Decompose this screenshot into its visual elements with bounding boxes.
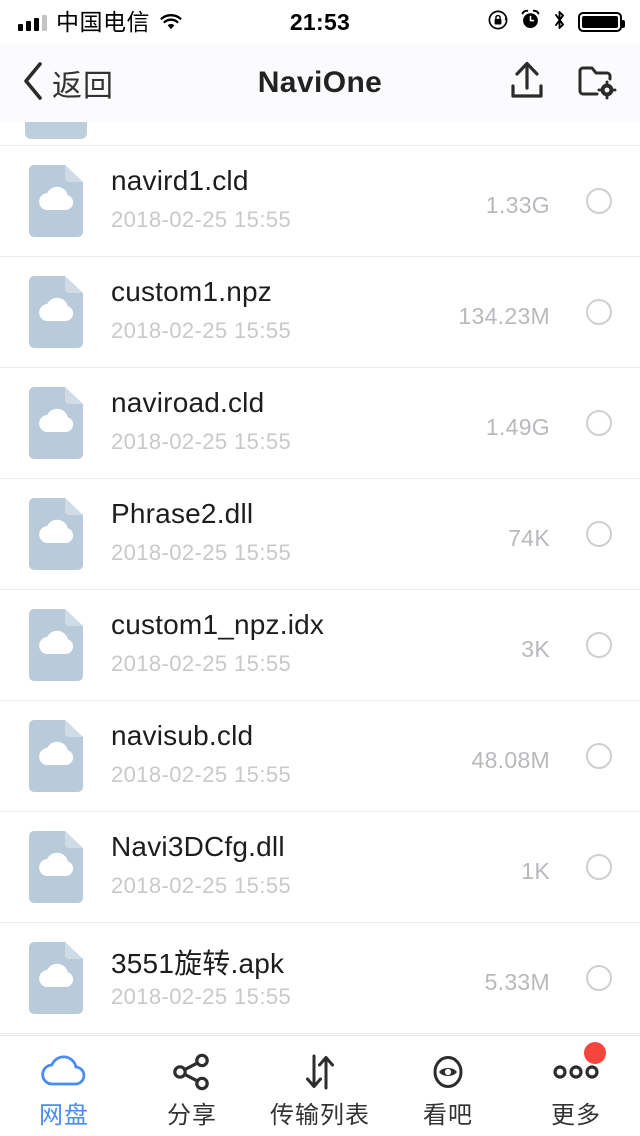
cloud-file-icon (25, 274, 87, 350)
tab-watch[interactable]: 看吧 (384, 1036, 512, 1136)
file-meta: custom1.npz 2018-02-25 15:55 (111, 274, 640, 350)
file-row[interactable]: naviroad.cld 2018-02-25 15:55 1.49G (0, 368, 640, 479)
cloud-file-icon (25, 718, 87, 794)
file-size: 1.33G (485, 192, 550, 218)
file-date: 2018-02-25 15:55 (111, 318, 292, 343)
file-name: custom1.npz (111, 276, 272, 307)
cloud-file-icon (25, 496, 87, 572)
file-size: 5.33M (484, 969, 550, 995)
file-name: custom1_npz.idx (111, 609, 325, 640)
select-circle-checkbox[interactable] (586, 188, 612, 214)
select-circle-checkbox[interactable] (586, 521, 612, 547)
file-meta: Phrase2.dll 2018-02-25 15:55 (111, 496, 640, 572)
tab-label: 分享 (167, 1102, 217, 1129)
file-size: 74K (508, 525, 550, 551)
cloud-file-icon (25, 163, 87, 239)
chevron-left-icon (20, 60, 46, 107)
tab-label: 看吧 (423, 1102, 473, 1129)
file-size: 134.23M (458, 303, 550, 329)
alarm-clock-icon (520, 9, 541, 35)
upload-icon[interactable] (506, 58, 548, 109)
tab-label: 传输列表 (270, 1102, 370, 1129)
share-icon (170, 1050, 214, 1094)
file-name: navird1.cld (111, 165, 249, 196)
file-row[interactable]: navird1.cld 2018-02-25 15:55 1.33G (0, 146, 640, 257)
file-row[interactable]: Navi3DCfg.dll 2018-02-25 15:55 1K (0, 812, 640, 923)
select-circle-checkbox[interactable] (586, 965, 612, 991)
file-date: 2018-02-25 15:55 (111, 207, 292, 232)
file-name: Navi3DCfg.dll (111, 831, 285, 862)
tab-label: 网盘 (39, 1102, 89, 1129)
file-size: 1K (521, 858, 550, 884)
file-meta: Navi3DCfg.dll 2018-02-25 15:55 (111, 829, 640, 905)
folder-settings-icon[interactable] (574, 58, 620, 109)
file-meta: navird1.cld 2018-02-25 15:55 (111, 163, 640, 239)
file-date: 2018-02-25 15:55 (111, 540, 292, 565)
select-circle-checkbox[interactable] (586, 632, 612, 658)
cloud-icon (38, 1050, 90, 1094)
nav-actions (506, 58, 620, 109)
file-date: 2018-02-25 15:55 (111, 429, 292, 454)
cloud-file-icon (25, 607, 87, 683)
status-bar-right (487, 9, 625, 36)
file-date: 2018-02-25 15:55 (111, 762, 292, 787)
file-row[interactable]: custom1.npz 2018-02-25 15:55 134.23M (0, 257, 640, 368)
file-size: 1.49G (485, 414, 550, 440)
select-circle-checkbox[interactable] (586, 299, 612, 325)
rotation-lock-icon (487, 9, 509, 36)
file-row[interactable]: navisub.cld 2018-02-25 15:55 48.08M (0, 701, 640, 812)
select-circle-checkbox[interactable] (586, 743, 612, 769)
back-label: 返回 (52, 70, 114, 103)
file-size: 3K (521, 636, 550, 662)
file-name: navisub.cld (111, 720, 254, 751)
status-bar: 中国电信 21:53 (0, 0, 640, 44)
file-date: 2018-02-25 15:55 (111, 984, 292, 1009)
navigation-bar: 返回 NaviOne (0, 44, 640, 122)
file-date: 2018-02-25 15:55 (111, 873, 292, 898)
cloud-file-icon (25, 940, 87, 1016)
back-button[interactable]: 返回 (20, 60, 114, 107)
cloud-file-icon (25, 122, 87, 139)
eye-icon (426, 1050, 470, 1094)
bottom-tab-bar: 网盘 分享 传输列表 看吧 更多 (0, 1035, 640, 1136)
bluetooth-icon (552, 9, 567, 36)
file-name: 3551旋转.apk (111, 948, 285, 979)
file-meta: 3551旋转.apk 2018-02-25 15:55 (111, 940, 640, 1016)
file-list[interactable]: navird1.cld 2018-02-25 15:55 1.33G custom1.… (0, 122, 640, 1035)
file-row[interactable]: custom1_npz.idx 2018-02-25 15:55 3K (0, 590, 640, 701)
battery-icon (578, 12, 625, 32)
tab-transfer-list[interactable]: 传输列表 (256, 1036, 384, 1136)
file-meta: naviroad.cld 2018-02-25 15:55 (111, 385, 640, 461)
file-row[interactable]: 3551旋转.apk 2018-02-25 15:55 5.33M (0, 923, 640, 1034)
notification-badge (584, 1042, 606, 1064)
tab-share[interactable]: 分享 (128, 1036, 256, 1136)
file-meta: custom1_npz.idx 2018-02-25 15:55 (111, 607, 640, 683)
file-row[interactable]: Phrase2.dll 2018-02-25 15:55 74K (0, 479, 640, 590)
file-date: 2018-02-25 15:55 (111, 651, 292, 676)
cloud-file-icon (25, 829, 87, 905)
partial-scrolled-row (0, 122, 640, 146)
select-circle-checkbox[interactable] (586, 410, 612, 436)
tab-more[interactable]: 更多 (512, 1036, 640, 1136)
tab-cloud-drive[interactable]: 网盘 (0, 1036, 128, 1136)
transfer-icon (298, 1050, 342, 1094)
file-name: Phrase2.dll (111, 498, 254, 529)
file-name: naviroad.cld (111, 387, 265, 418)
select-circle-checkbox[interactable] (586, 854, 612, 880)
file-size: 48.08M (471, 747, 550, 773)
file-meta: navisub.cld 2018-02-25 15:55 (111, 718, 640, 794)
cloud-file-icon (25, 385, 87, 461)
tab-label: 更多 (551, 1102, 601, 1129)
